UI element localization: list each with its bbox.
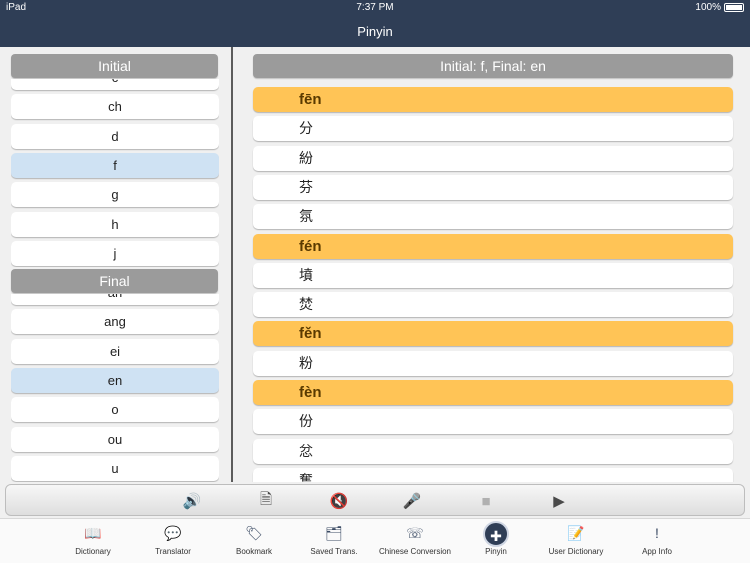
character-row[interactable]: 奮 — [253, 467, 733, 482]
results-header: Initial: f, Final: en — [253, 54, 733, 78]
tab-app-info[interactable]: ! App Info — [615, 519, 699, 563]
final-item-an[interactable]: an — [11, 294, 219, 305]
microphone-icon[interactable]: 🎤 — [402, 491, 422, 511]
final-header: Final — [11, 269, 218, 293]
initial-item-j[interactable]: j — [11, 240, 219, 266]
saved-translations-icon: 🗂 — [325, 525, 343, 541]
status-time: 7:37 PM — [356, 2, 394, 13]
final-item-o[interactable]: o — [11, 397, 219, 423]
pinyin-section-header: fēn — [253, 87, 733, 112]
battery-percent: 100% — [695, 2, 721, 13]
stop-icon[interactable]: ■ — [476, 491, 496, 511]
tab-bookmark[interactable]: 🏷 Bookmark — [212, 519, 296, 563]
battery-icon — [724, 3, 744, 12]
character-row[interactable]: 墳 — [253, 262, 733, 288]
status-bar: iPad 7:37 PM 100% — [0, 0, 750, 16]
character-row[interactable]: 氛 — [253, 204, 733, 230]
tab-label: Chinese Conversion — [378, 547, 452, 556]
final-item-ou[interactable]: ou — [11, 426, 219, 452]
character-row[interactable]: 芬 — [253, 174, 733, 200]
user-dictionary-icon: 📝 — [567, 525, 585, 541]
final-item-en[interactable]: en — [11, 367, 219, 393]
page-title: Pinyin — [357, 24, 393, 39]
initial-item-ch[interactable]: ch — [11, 94, 219, 120]
character-row[interactable]: 份 — [253, 409, 733, 435]
character-row[interactable]: 焚 — [253, 292, 733, 318]
tab-bar: 📖 Dictionary 💬 Translator 🏷 Bookmark 🗂 Saved Tr… — [0, 518, 750, 563]
final-list[interactable]: an ang ei en o ou u — [11, 294, 219, 482]
character-row[interactable]: 粉 — [253, 350, 733, 376]
tab-label: Saved Trans. — [310, 547, 358, 556]
battery-status: 100% — [695, 2, 744, 13]
speaker-icon[interactable]: 🔊 — [182, 491, 202, 511]
tab-saved-trans[interactable]: 🗂 Saved Trans. — [292, 519, 376, 563]
document-audio-icon[interactable]: 🗎 — [256, 491, 276, 511]
tab-label: Bookmark — [235, 547, 272, 556]
final-item-ang[interactable]: ang — [11, 309, 219, 335]
pinyin-section-header: fěn — [253, 321, 733, 347]
pinyin-section-header: fén — [253, 233, 733, 259]
audio-toolbar: 🔊 🗎 🔇 🎤 ■ ▶ — [5, 484, 745, 516]
play-icon[interactable]: ▶ — [549, 491, 569, 511]
tab-label: App Info — [642, 547, 672, 556]
tab-label: Dictionary — [75, 547, 111, 556]
final-item-ei[interactable]: ei — [11, 338, 219, 364]
tab-user-dictionary[interactable]: 📝 User Dictionary — [534, 519, 618, 563]
initial-list[interactable]: c ch dfghj — [11, 79, 219, 267]
tab-label: User Dictionary — [548, 547, 604, 556]
book-icon: 📖 — [84, 525, 102, 541]
initial-item-d[interactable]: d — [11, 123, 219, 149]
info-icon: ! — [655, 525, 659, 541]
tab-label: Pinyin — [485, 547, 507, 556]
tab-translator[interactable]: 💬 Translator — [131, 519, 215, 563]
initial-item-f[interactable]: f — [11, 152, 219, 178]
character-row[interactable]: 分 — [253, 116, 733, 142]
conversion-icon: ☏ — [406, 525, 424, 541]
initial-item-c[interactable]: c — [11, 79, 219, 90]
translate-icon: 💬 — [164, 525, 182, 541]
results-header-label: Initial: f, Final: en — [440, 58, 546, 74]
tab-label: Translator — [155, 547, 191, 556]
character-row[interactable]: 忿 — [253, 438, 733, 464]
pinyin-section-header: fèn — [253, 380, 733, 405]
bookmark-icon: 🏷 — [245, 525, 263, 541]
tab-chinese-conversion[interactable]: ☏ Chinese Conversion — [373, 519, 457, 563]
initial-item-g[interactable]: g — [11, 182, 219, 208]
character-row[interactable]: 紛 — [253, 145, 733, 171]
final-item-u[interactable]: u — [11, 455, 219, 481]
results-pane: Initial: f, Final: en fēn 分紛芬氛 fén 墳焚 fěn 粉 fè… — [233, 47, 750, 482]
tab-pinyin[interactable]: ✚ Pinyin — [454, 519, 538, 563]
pinyin-icon: ✚ — [454, 519, 538, 547]
initial-header-label: Initial — [98, 58, 131, 74]
final-header-label: Final — [99, 273, 130, 289]
nav-bar: Pinyin — [0, 16, 750, 47]
tab-dictionary[interactable]: 📖 Dictionary — [51, 519, 135, 563]
mute-icon[interactable]: 🔇 — [329, 491, 349, 511]
selector-pane: Initial c ch dfghj Final an ang ei en o ou u — [0, 47, 231, 482]
initial-item-h[interactable]: h — [11, 211, 219, 237]
initial-header: Initial — [11, 54, 218, 78]
